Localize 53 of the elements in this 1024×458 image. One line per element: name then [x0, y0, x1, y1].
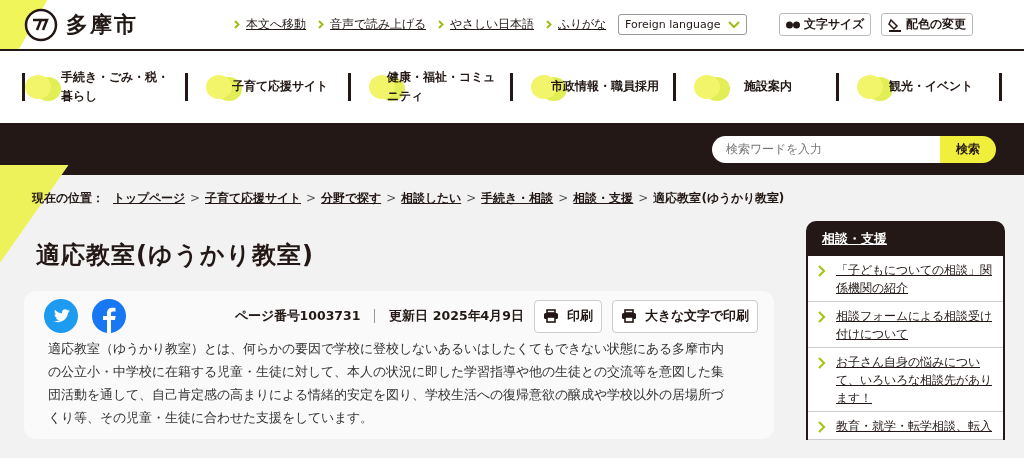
header-link[interactable]: 音声で読み上げる — [318, 17, 426, 32]
nav-link[interactable]: 手続き・ごみ・税・暮らし — [25, 67, 185, 107]
breadcrumb-separator: > — [558, 191, 569, 205]
color-change-button[interactable]: 配色の変更 — [881, 13, 974, 36]
updated-date: 更新日 2025年4月9日 — [389, 307, 524, 325]
breadcrumb-link[interactable]: 相談・支援 — [573, 189, 634, 207]
language-select[interactable]: Foreign language — [618, 14, 748, 35]
printer-icon — [543, 309, 559, 323]
site-logo-text[interactable]: 多摩市 — [66, 9, 138, 40]
chevron-right-icon — [818, 357, 826, 369]
sidebar-title-link[interactable]: 相談・支援 — [808, 221, 1003, 256]
breadcrumb-link[interactable]: 相談したい — [401, 189, 462, 207]
sidebar-link[interactable]: お子さん自身の悩みについて、いろいろな相談先があります！ — [836, 353, 995, 407]
breadcrumb-link[interactable]: 子育て応援サイト — [205, 189, 302, 207]
logo-icon — [24, 7, 58, 42]
text-size-button[interactable]: 文字サイズ — [779, 13, 872, 36]
sidebar-link[interactable]: 教育・就学・転学相談、転入 — [836, 417, 992, 435]
print-button[interactable]: 印刷 — [534, 299, 602, 333]
printer-icon — [621, 309, 637, 323]
breadcrumb-current: 適応教室(ゆうかり教室) — [653, 189, 785, 207]
chevron-right-icon — [818, 311, 826, 323]
chevron-right-icon — [818, 421, 826, 433]
breadcrumb-link[interactable]: 分野で探す — [321, 189, 382, 207]
header-link[interactable]: 本文へ移動 — [234, 17, 306, 32]
header-link[interactable]: やさしい日本語 — [438, 17, 534, 32]
large-print-button[interactable]: 大きな文字で印刷 — [612, 299, 758, 333]
facebook-icon[interactable] — [92, 299, 126, 333]
body-text: 適応教室（ゆうかり教室）とは、何らかの要因で学校に登校しないあるいはしたくてもできない状態にある多摩市内の公立小・中学校に在籍する児童・生徒に対して、本人の状況に即した学習指導や他の生徒との交流等を意図した集団活動を通して、自己肯定感の高まりによる情緒的安定を図り、学校生活への復帰意欲の醸成や学校以外の居場所づくり等、その児童・生徒に合わせた支援をしています。 — [48, 340, 725, 427]
nav-link[interactable]: 施設案内 — [676, 67, 837, 107]
search-field[interactable]: 検索ワードを入力 — [712, 135, 940, 163]
breadcrumb-label: 現在の位置： — [32, 189, 104, 207]
breadcrumb-link[interactable]: 手続き・相談 — [481, 189, 554, 207]
page-title: 適応教室(ゆうかり教室) — [36, 240, 315, 271]
search-button[interactable]: 検索 — [940, 135, 996, 163]
breadcrumb-separator: > — [466, 191, 477, 205]
chevron-right-icon — [818, 265, 826, 277]
breadcrumb-link[interactable]: トップページ — [113, 189, 185, 207]
breadcrumb-separator: > — [638, 191, 649, 205]
header-link[interactable]: ふりがな — [546, 17, 606, 32]
chevron-down-icon — [728, 20, 741, 29]
text-size-icon — [786, 20, 801, 29]
page-number: ページ番号1003731 — [234, 307, 361, 325]
chevron-right-icon — [318, 20, 324, 29]
breadcrumb-separator: > — [190, 191, 201, 205]
chevron-right-icon — [438, 20, 444, 29]
breadcrumb-separator: > — [306, 191, 317, 205]
sidebar-link[interactable]: 「子どもについての相談」関係機関の紹介 — [836, 261, 995, 297]
chevron-right-icon — [546, 20, 552, 29]
paint-bucket-icon — [888, 17, 903, 32]
twitter-icon[interactable] — [44, 299, 78, 333]
chevron-right-icon — [234, 20, 240, 29]
sidebar-link[interactable]: 相談フォームによる相談受け付けについて — [836, 307, 995, 343]
breadcrumb-separator: > — [386, 191, 397, 205]
